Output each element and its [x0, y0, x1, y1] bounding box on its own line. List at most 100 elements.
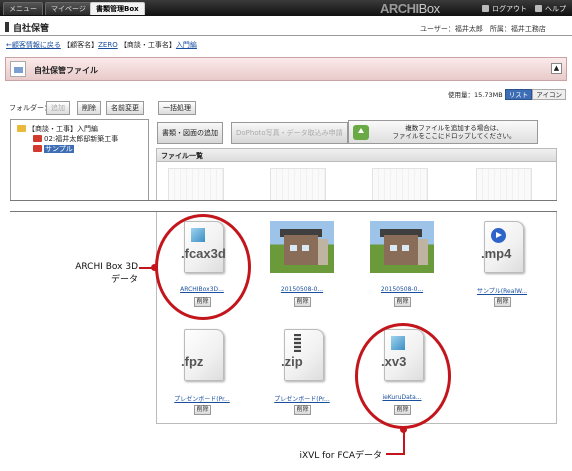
torn-edge-divider	[10, 200, 557, 212]
delete-file-button[interactable]: 削除	[294, 297, 311, 307]
tree-sample-label: サンプル	[44, 145, 74, 153]
window	[290, 245, 297, 251]
user-info: ユーザー：福井太郎 所属：福井工務店	[420, 25, 546, 33]
folder-open-icon	[17, 125, 26, 132]
tab-mypage[interactable]: マイページ	[45, 2, 92, 15]
drop-zone-text: 複数ファイルを追加する場合は、 ファイルをここにドロップしてください。	[373, 124, 535, 140]
tab-menu[interactable]: メニュー	[3, 2, 43, 15]
deal-label: 【商談・工事名】	[119, 41, 176, 49]
customer-link[interactable]: ZERO	[98, 41, 118, 49]
house-side	[418, 239, 428, 265]
tree-item-root[interactable]: 【商談・工事】入門編	[17, 124, 98, 134]
file-ext: .zip	[281, 354, 303, 369]
ghost-thumb	[168, 168, 224, 204]
ghost-thumb	[372, 168, 428, 204]
view-icon-button[interactable]: アイコン	[532, 89, 566, 100]
header-divider	[0, 35, 572, 36]
ghost-thumb	[476, 168, 532, 204]
house-photo	[370, 221, 434, 273]
file-name-link[interactable]: プレゼンボード(Pr...	[166, 394, 238, 403]
file-thumb-photo-2[interactable]	[370, 221, 434, 277]
deal-link[interactable]: 入門編	[176, 41, 197, 49]
tab-document-box[interactable]: 書類管理Box	[90, 2, 145, 15]
callout-xv3: iXVL for FCAデータ	[299, 451, 382, 461]
help-icon	[535, 5, 542, 12]
customer-label: 【顧客名】	[63, 41, 99, 49]
section-header: 自社保管ファイル ▲	[5, 57, 567, 81]
delete-file-button[interactable]: 削除	[194, 405, 211, 415]
view-list-button[interactable]: リスト	[504, 89, 533, 100]
callout-fcax3d-line2: データ	[110, 275, 138, 285]
tree-item-sample[interactable]: サンプル	[33, 144, 74, 154]
file-name-link[interactable]: プレゼンボード(Pr...	[266, 394, 338, 403]
folder-icon	[33, 145, 42, 152]
file-thumb-zip[interactable]: .zip	[270, 329, 334, 385]
file-name-link[interactable]: サンプル(RealW...	[466, 286, 538, 295]
folder-tree: 【商談・工事】入門編 02:福井太郎邸新築工事 サンプル	[10, 119, 149, 201]
callout-fcax3d: ARCHI Box 3D データ	[52, 262, 138, 285]
dophoto-request-button[interactable]: DoPhoto写真・データ取込み申請	[231, 122, 348, 144]
callout-line	[386, 453, 405, 455]
help-link[interactable]: ヘルプ	[535, 4, 566, 14]
file-thumb-photo-1[interactable]	[270, 221, 334, 277]
callout-line	[139, 267, 153, 269]
file-ext: .fpz	[181, 354, 204, 369]
house-side	[318, 239, 328, 265]
logo-text-b: Box	[418, 1, 440, 16]
tree-root-label: 【商談・工事】入門編	[28, 125, 98, 133]
callout-line	[403, 430, 405, 454]
usage-bar: 使用量：15.73MB リスト アイコン	[448, 89, 566, 100]
logout-link[interactable]: ログアウト	[482, 4, 527, 14]
add-document-button[interactable]: 書類・図面の追加	[157, 122, 223, 144]
breadcrumb: ←顧客情報に戻る 【顧客名】ZERO 【商談・工事名】入門編	[6, 40, 197, 50]
folder-delete-button[interactable]: 削除	[77, 101, 101, 115]
highlight-ring-xv3	[355, 323, 451, 429]
delete-file-button[interactable]: 削除	[394, 297, 411, 307]
page-title: 自社保管	[5, 21, 49, 34]
file-doc-icon: .fpz	[181, 329, 224, 381]
archibox-logo: ARCHIBox	[380, 1, 440, 16]
house-photo	[270, 221, 334, 273]
file-doc-icon: .zip	[281, 329, 324, 381]
back-to-customer-link[interactable]: ←顧客情報に戻る	[6, 41, 61, 49]
page-title-text: 自社保管	[13, 24, 50, 34]
folder-add-button[interactable]: 追加	[46, 101, 70, 115]
usage-text: 使用量：15.73MB	[448, 91, 503, 99]
folder-label: フォルダー：	[9, 104, 51, 112]
title-marker	[5, 22, 9, 32]
file-name-link[interactable]: 20150508-0...	[266, 286, 338, 293]
file-ext: .mp4	[481, 246, 512, 261]
callout-fcax3d-line1: ARCHI Box 3D	[75, 262, 138, 272]
zip-icon	[294, 334, 301, 352]
file-doc-icon: .mp4	[481, 221, 524, 273]
drop-line-1: 複数ファイルを追加する場合は、	[405, 124, 503, 132]
tree-item-project[interactable]: 02:福井太郎邸新築工事	[33, 134, 118, 144]
folder-icon	[10, 61, 26, 77]
section-title: 自社保管ファイル	[34, 66, 98, 75]
ghost-thumb	[270, 168, 326, 204]
upload-icon	[353, 125, 369, 140]
collapse-button[interactable]: ▲	[551, 63, 562, 74]
folder-icon	[33, 135, 42, 142]
folder-rename-button[interactable]: 名前変更	[106, 101, 144, 115]
file-thumb-fpz[interactable]: .fpz	[170, 329, 234, 385]
help-label: ヘルプ	[545, 5, 566, 13]
drop-line-2: ファイルをここにドロップしてください。	[392, 132, 516, 140]
window	[302, 245, 309, 251]
file-name-link[interactable]: 20150508-0...	[366, 286, 438, 293]
logo-text-a: ARCHI	[380, 1, 419, 16]
delete-file-button[interactable]: 削除	[294, 405, 311, 415]
file-thumb-mp4[interactable]: .mp4	[470, 221, 534, 277]
file-list-heading: ファイル一覧	[157, 149, 556, 162]
highlight-ring-fcax3d	[155, 214, 251, 320]
top-bar: メニュー マイページ 書類管理Box ARCHIBox ログアウト ヘルプ	[0, 0, 572, 16]
drop-zone[interactable]: 複数ファイルを追加する場合は、 ファイルをここにドロップしてください。	[348, 120, 538, 144]
logout-icon	[482, 5, 489, 12]
play-icon	[491, 228, 506, 243]
logout-label: ログアウト	[492, 5, 527, 13]
delete-file-button[interactable]: 削除	[494, 297, 511, 307]
bulk-process-button[interactable]: 一括処理	[158, 101, 196, 115]
tree-project-label: 02:福井太郎邸新築工事	[44, 135, 119, 143]
window	[402, 245, 409, 251]
window	[390, 245, 397, 251]
